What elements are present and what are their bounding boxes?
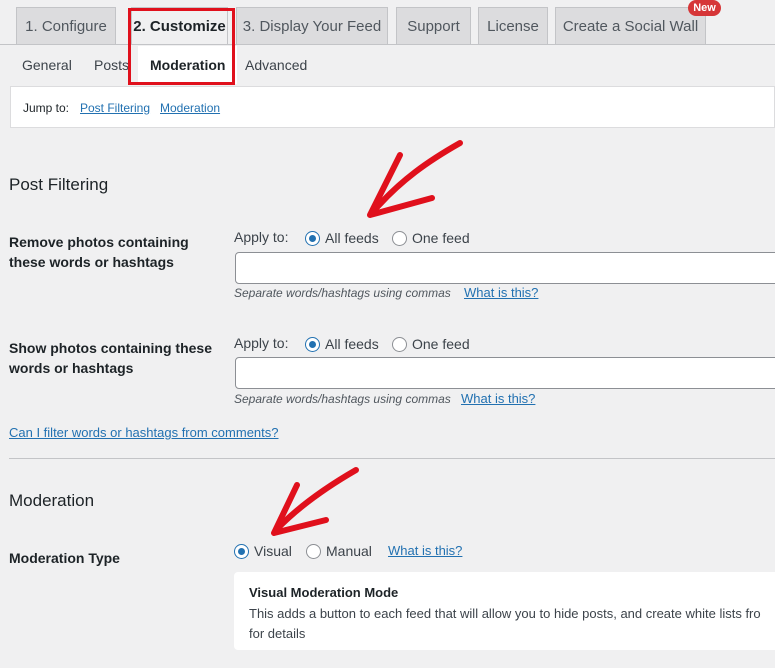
annotation-arrows bbox=[271, 140, 463, 536]
arrow-to-visual bbox=[271, 467, 359, 536]
arrow-to-all-feeds bbox=[367, 140, 463, 218]
